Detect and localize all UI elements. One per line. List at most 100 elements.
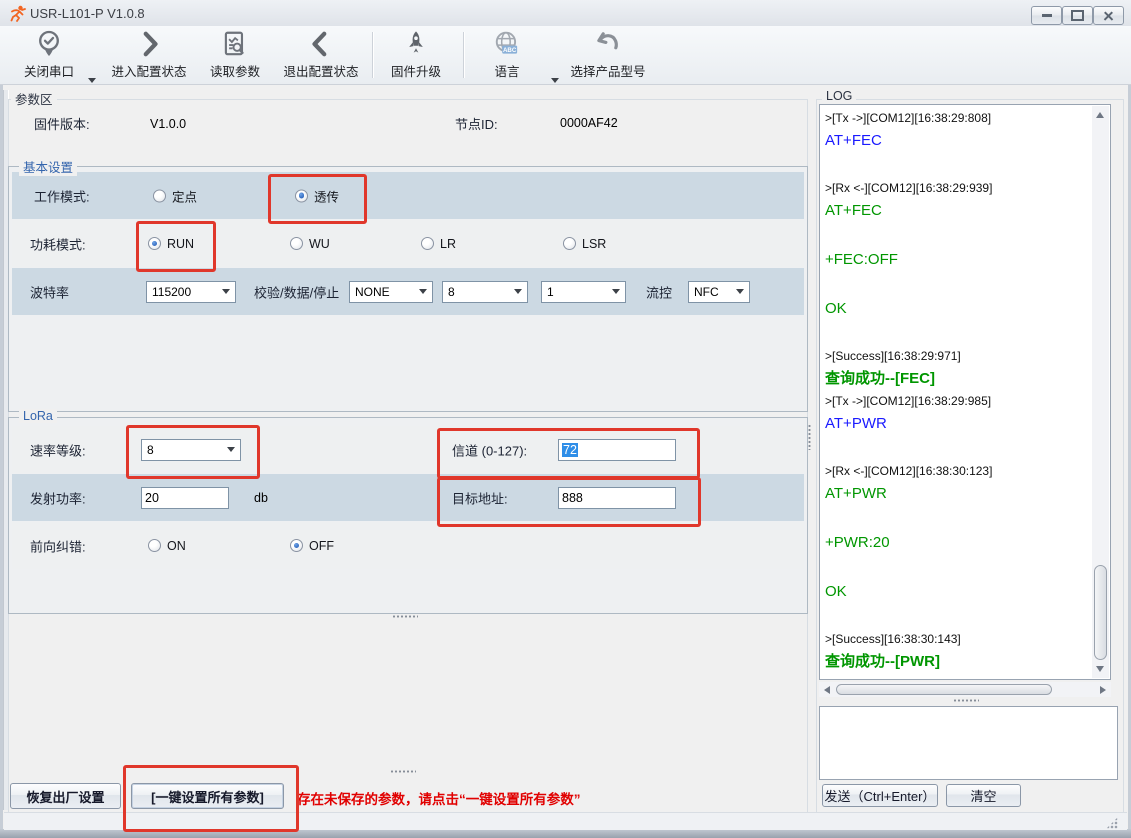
channel-input[interactable]: 72	[558, 439, 676, 461]
horizontal-splitter-handle[interactable]	[390, 770, 416, 773]
node-id-value: 0000AF42	[560, 116, 618, 130]
radio-lr[interactable]: LR	[421, 237, 456, 251]
radio-label: RUN	[167, 237, 194, 251]
basic-settings-title: 基本设置	[19, 157, 77, 176]
scroll-down-icon[interactable]	[1096, 666, 1104, 672]
log-splitter-handle[interactable]	[953, 699, 979, 702]
app-icon	[9, 5, 26, 22]
tx-power-input[interactable]: 20	[141, 487, 229, 509]
toolbar-separator	[372, 32, 373, 78]
tx-power-unit: db	[254, 491, 268, 505]
radio-fec-on[interactable]: ON	[148, 539, 186, 553]
scrollbar-thumb[interactable]	[836, 684, 1052, 695]
radio-label: 定点	[172, 186, 197, 205]
radio-icon	[295, 189, 308, 202]
log-line: OK	[825, 297, 1090, 321]
log-line: AT+PWR	[825, 412, 1090, 436]
fec-row: 前向纠错: ON OFF	[12, 522, 804, 569]
radio-fixed-point[interactable]: 定点	[153, 186, 197, 205]
toolbar-firmware-upgrade-button[interactable]: 固件升级	[383, 28, 449, 82]
language-icon: ABC	[491, 28, 523, 60]
chevron-down-icon	[419, 289, 427, 294]
rate-level-label: 速率等级:	[30, 440, 86, 459]
toolbar-read-params-button[interactable]: 读取参数	[204, 28, 266, 82]
log-vertical-scrollbar[interactable]	[1092, 106, 1109, 678]
exit-config-icon	[306, 28, 336, 60]
log-output[interactable]: >[Tx ->][COM12][16:38:29:808]AT+FEC>[Rx …	[819, 104, 1111, 680]
radio-run[interactable]: RUN	[148, 237, 194, 251]
chevron-down-icon	[227, 447, 235, 452]
log-line: AT+FEC	[825, 199, 1090, 223]
firmware-version-label: 固件版本:	[34, 114, 90, 133]
horizontal-splitter-handle[interactable]	[392, 615, 418, 618]
log-line: 查询成功--[PWR]	[825, 650, 1090, 674]
radio-label: 透传	[314, 186, 339, 205]
toolbar-button-label: 进入配置状态	[111, 61, 186, 80]
firmware-version-value: V1.0.0	[150, 117, 186, 131]
tx-power-target-row: 发射功率: 20 db 目标地址: 888	[12, 474, 804, 521]
stop-bits-select[interactable]: 1	[541, 281, 626, 303]
firmware-upgrade-icon	[401, 28, 431, 60]
maximize-button[interactable]	[1062, 6, 1093, 25]
scroll-left-icon[interactable]	[824, 686, 830, 694]
chevron-down-icon	[222, 289, 230, 294]
radio-icon	[290, 237, 303, 250]
baud-rate-value: 115200	[152, 285, 191, 299]
flow-control-value: NFC	[694, 285, 719, 299]
radio-label: LR	[440, 237, 456, 251]
send-button[interactable]: 发送（Ctrl+Enter）	[822, 784, 938, 807]
radio-fec-off[interactable]: OFF	[290, 539, 334, 553]
toolbar-close-serial-button[interactable]: 关闭串口	[14, 28, 84, 82]
work-mode-label: 工作模式:	[34, 186, 90, 205]
close-button[interactable]	[1093, 6, 1124, 25]
send-button-label: 发送（Ctrl+Enter）	[825, 786, 936, 805]
fec-label: 前向纠错:	[30, 536, 86, 555]
close-serial-dropdown-icon[interactable]	[88, 78, 96, 83]
toolbar-button-label: 语言	[494, 61, 519, 80]
enter-config-icon	[134, 28, 164, 60]
work-mode-row: 工作模式: 定点 透传	[12, 172, 804, 219]
flow-control-select[interactable]: NFC	[688, 281, 750, 303]
restore-factory-button[interactable]: 恢复出厂设置	[10, 783, 121, 809]
target-address-input[interactable]: 888	[558, 487, 676, 509]
data-bits-select[interactable]: 8	[442, 281, 528, 303]
power-mode-label: 功耗模式:	[30, 234, 86, 253]
radio-transparent[interactable]: 透传	[295, 186, 339, 205]
parity-select[interactable]: NONE	[349, 281, 433, 303]
log-line: AT+PWR	[825, 482, 1090, 506]
lora-settings-box: 速率等级: 8 信道 (0-127): 72 发射功率: 20 db 目标地址:…	[8, 417, 808, 614]
unsaved-params-warning: 存在未保存的参数，请点击“一键设置所有参数”	[297, 788, 581, 808]
toolbar-enter-config-button[interactable]: 进入配置状态	[106, 28, 192, 82]
titlebar: USR-L101-P V1.0.8	[0, 0, 1131, 27]
radio-wu[interactable]: WU	[290, 237, 330, 251]
language-dropdown-icon[interactable]	[551, 78, 559, 83]
window-border-bottom	[0, 829, 1131, 838]
log-line: +FEC:OFF	[825, 248, 1090, 272]
log-line: AT+FEC	[825, 129, 1090, 153]
vertical-splitter-handle[interactable]	[808, 424, 811, 450]
baud-rate-label: 波特率	[30, 282, 69, 301]
radio-icon	[148, 539, 161, 552]
status-bar	[4, 812, 1127, 830]
radio-lsr[interactable]: LSR	[563, 237, 606, 251]
rate-level-select[interactable]: 8	[141, 439, 241, 461]
scroll-up-icon[interactable]	[1096, 112, 1104, 118]
target-address-value: 888	[562, 491, 583, 505]
parameter-area-title: 参数区	[11, 89, 57, 108]
scrollbar-thumb[interactable]	[1094, 565, 1107, 660]
apply-all-params-button[interactable]: [一键设置所有参数]	[131, 783, 284, 809]
toolbar-exit-config-button[interactable]: 退出配置状态	[274, 28, 368, 82]
scroll-right-icon[interactable]	[1100, 686, 1106, 694]
minimize-icon	[1042, 14, 1052, 17]
minimize-button[interactable]	[1031, 6, 1062, 25]
stop-bits-value: 1	[547, 285, 554, 299]
read-params-icon	[220, 28, 250, 60]
power-mode-row: 功耗模式: RUN WU LR LSR	[12, 220, 804, 267]
clear-button[interactable]: 清空	[946, 784, 1021, 807]
send-input[interactable]	[819, 706, 1118, 780]
toolbar-select-model-button[interactable]: 选择产品型号	[564, 28, 652, 82]
log-horizontal-scrollbar[interactable]	[819, 682, 1111, 697]
serial-settings-row: 波特率 115200 校验/数据/停止 NONE 8 1 流控 NFC	[12, 268, 804, 315]
toolbar-language-button[interactable]: ABC 语言	[480, 28, 534, 82]
baud-rate-select[interactable]: 115200	[146, 281, 236, 303]
